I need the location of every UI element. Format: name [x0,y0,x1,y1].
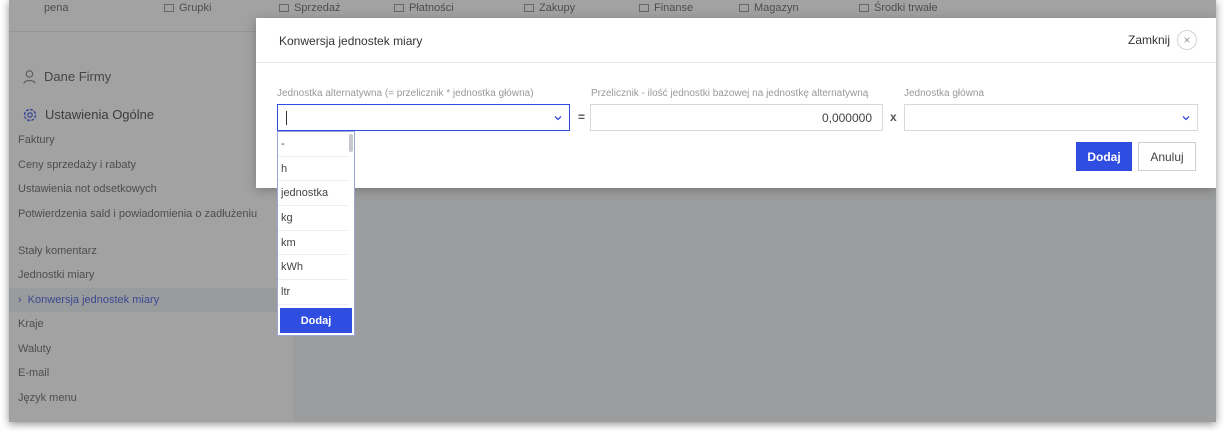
dropdown-option[interactable]: h [278,157,348,182]
chevron-down-icon[interactable] [554,114,562,122]
dropdown-option[interactable]: km [278,231,348,256]
close-control[interactable]: Zamknij × [1128,30,1197,50]
factor-label: Przelicznik - ilość jednostki bazowej na… [591,88,869,99]
app-window: pena Grupki Sprzedaż Płatności Zakupy Fi… [9,0,1216,422]
dropdown-option[interactable]: kWh [278,255,348,281]
dropdown-option[interactable]: kg [278,206,348,231]
dropdown-add-button[interactable]: Dodaj [280,308,352,333]
factor-value: 0,000000 [821,111,872,125]
alt-unit-select[interactable] [277,104,570,131]
dialog-title: Konwersja jednostek miary [279,34,423,48]
close-label[interactable]: Zamknij [1128,33,1170,47]
dropdown-options: - h jednostka kg km kWh ltr [278,132,348,305]
main-unit-select[interactable] [904,104,1198,131]
text-caret [286,111,287,125]
cancel-button[interactable]: Anuluj [1138,142,1196,171]
equals-sign: = [578,110,586,124]
alt-unit-dropdown: - h jednostka kg km kWh ltr Dodaj [277,131,355,336]
conversion-dialog: Konwersja jednostek miary Zamknij × Jedn… [256,18,1216,188]
alt-unit-label: Jednostka alternatywna (= przelicznik * … [277,88,534,99]
chevron-down-icon[interactable] [1182,114,1190,122]
close-icon[interactable]: × [1177,30,1197,50]
dropdown-option[interactable]: jednostka [278,181,348,207]
dropdown-option[interactable]: ltr [278,280,348,305]
dialog-header: Konwersja jednostek miary Zamknij × [256,18,1216,63]
dropdown-scrollbar[interactable] [349,134,353,152]
dropdown-option[interactable]: - [278,132,348,157]
add-button[interactable]: Dodaj [1076,142,1132,171]
main-unit-label: Jednostka główna [904,88,985,99]
multiply-sign: x [890,110,897,124]
factor-input[interactable]: 0,000000 [590,104,883,131]
